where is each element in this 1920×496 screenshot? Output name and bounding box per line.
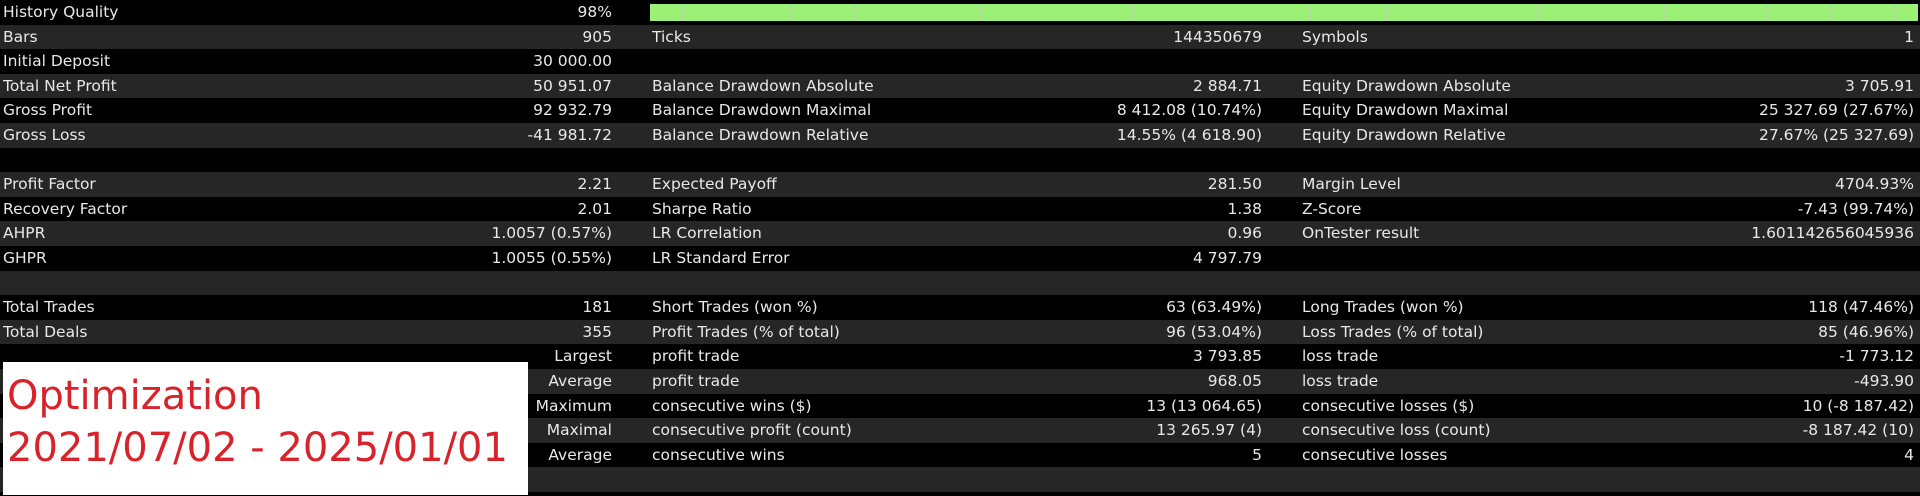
metric-value-v3: 4 <box>1904 445 1914 464</box>
report-row: AHPR 1.0057 (0.57%) LR Correlation 0.96 OnTe… <box>0 221 1920 246</box>
report-row: Total Trades 181 Short Trades (won %) 63 (6… <box>0 295 1920 320</box>
metric-value-v2: 1.38 <box>1227 199 1262 218</box>
quality-bar-tick <box>1664 4 1667 21</box>
quality-bar-tick <box>1537 4 1540 21</box>
report-row: Total Deals 355 Profit Trades (% of total)… <box>0 319 1920 345</box>
quality-bar-tick <box>852 4 855 21</box>
report-row: Recovery Factor 2.01 Sharpe Ratio 1.38 Z-Sco… <box>0 196 1920 222</box>
tester-report: History Quality 98% Bars 905 Ticks 144350679 S… <box>0 0 1920 496</box>
quality-bar-tick <box>1892 4 1895 21</box>
metric-value-v3: -7.43 (99.74%) <box>1797 199 1914 218</box>
metric-value-v1: 355 <box>582 322 612 341</box>
metric-value-v1: 905 <box>582 27 612 46</box>
metric-value-v1: 181 <box>582 298 612 317</box>
metric-value-v3: 1.601142656045936 <box>1751 224 1914 243</box>
metric-value-v2: 96 (53.04%) <box>1166 322 1262 341</box>
metric-value-v2: 0.96 <box>1227 224 1262 243</box>
quality-bar-tick <box>979 4 982 21</box>
metric-value-v2: 14.55% (4 618.90) <box>1116 126 1262 144</box>
report-row: Gross Loss -41 981.72 Balance Drawdown Rel… <box>0 123 1920 148</box>
report-row <box>0 147 1920 173</box>
metric-value-v2: 13 (13 064.65) <box>1146 396 1262 415</box>
optimization-title: Optimization <box>7 373 263 419</box>
metric-value-v3: 1 <box>1904 27 1914 46</box>
metric-value-v1: 1.0055 (0.55%) <box>491 249 613 267</box>
metric-value-v3: 25 327.69 (27.67%) <box>1758 101 1914 120</box>
metric-value-v1: 2.01 <box>577 199 612 218</box>
metric-value-v3: -8 187.42 (10) <box>1802 421 1914 440</box>
metric-value-v3: 85 (46.96%) <box>1818 322 1914 341</box>
metric-value-v2: 63 (63.49%) <box>1166 298 1262 317</box>
metric-value-v1: 50 951.07 <box>533 76 612 95</box>
quality-bar-tick <box>1829 4 1832 21</box>
quality-bar-tick <box>1385 4 1388 21</box>
metric-value-v2: 144350679 <box>1173 27 1262 46</box>
quality-bar-tick <box>681 4 684 21</box>
metric-value-v2: 5 <box>1252 445 1262 464</box>
quality-bar-tick <box>1131 4 1134 21</box>
metric-value-v2: 13 265.97 (4) <box>1156 421 1262 440</box>
metric-value-v1: 92 932.79 <box>533 101 612 120</box>
metric-value-v3: -493.90 <box>1854 372 1914 390</box>
report-row: GHPR 1.0055 (0.55%) LR Standard Error 4 797… <box>0 246 1920 271</box>
metric-value-v3: 3 705.91 <box>1844 76 1914 95</box>
metric-value-v2: 8 412.08 (10.74%) <box>1116 101 1262 120</box>
report-row: History Quality 98% <box>0 0 1920 25</box>
optimization-date-range: 2021/07/02 - 2025/01/01 <box>7 425 508 471</box>
report-row: Total Net Profit 50 951.07 Balance Drawdow… <box>0 73 1920 99</box>
metric-value-v1: 1.0057 (0.57%) <box>491 224 613 243</box>
metric-value-v1: 2.21 <box>577 175 612 194</box>
metric-value-v1: 98% <box>577 3 612 21</box>
metric-value-v2: 3 793.85 <box>1192 347 1262 366</box>
metric-value-v3: 4704.93% <box>1835 175 1914 194</box>
history-quality-bar <box>650 4 1918 21</box>
report-row: Profit Factor 2.21 Expected Payoff 281.50 Ma… <box>0 172 1920 197</box>
metric-value-v2: 281.50 <box>1207 175 1262 194</box>
metric-value-v1: 30 000.00 <box>533 52 612 71</box>
metric-value-v1: -41 981.72 <box>527 126 612 144</box>
quality-bar-tick <box>1765 4 1768 21</box>
metric-value-v2: 4 797.79 <box>1192 249 1262 267</box>
metric-value-v3: 118 (47.46%) <box>1808 298 1914 317</box>
metric-value-v3: -1 773.12 <box>1839 347 1914 366</box>
report-row: Initial Deposit 30 000.00 <box>0 49 1920 74</box>
metric-value-v2: 968.05 <box>1207 372 1262 390</box>
report-row <box>0 270 1920 296</box>
quality-bar-tick <box>1309 4 1312 21</box>
report-row: Gross Profit 92 932.79 Balance Drawdown Ma… <box>0 98 1920 123</box>
metric-value-v3: 10 (-8 187.42) <box>1802 396 1914 415</box>
quality-bar-tick <box>789 4 792 21</box>
report-row: Bars 905 Ticks 144350679 Symbols 1 <box>0 24 1920 50</box>
metric-value-v3: 27.67% (25 327.69) <box>1758 126 1914 144</box>
optimization-label-panel: Optimization 2021/07/02 - 2025/01/01 <box>3 362 528 495</box>
metric-value-v2: 2 884.71 <box>1192 76 1262 95</box>
